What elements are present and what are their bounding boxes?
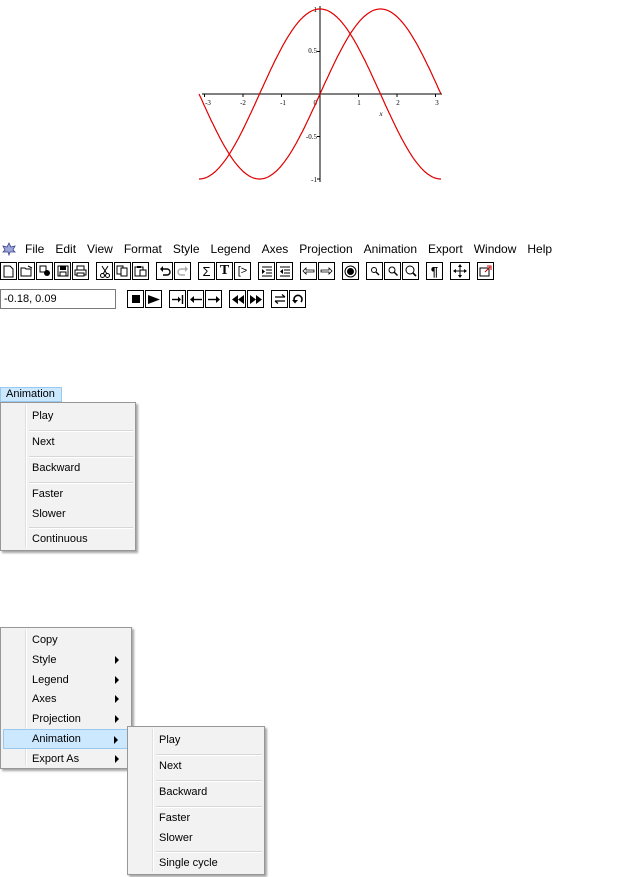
maple-leaf-icon[interactable] [2, 242, 16, 256]
back-arrow-icon[interactable] [300, 262, 317, 280]
paste-icon[interactable] [132, 262, 149, 280]
cut-icon[interactable] [96, 262, 113, 280]
coordinate-field[interactable]: -0.18, 0.09 [0, 289, 116, 309]
open-folder-icon[interactable] [18, 262, 35, 280]
copy-icon[interactable] [114, 262, 131, 280]
context-menu: Copy Style Legend Axes Projection Animat… [0, 627, 132, 769]
animation-dropdown-menu: Play Next Backward Faster Slower Continu… [0, 402, 136, 551]
open-worksheet-icon[interactable] [36, 262, 53, 280]
x-tick-label: 2 [396, 99, 400, 107]
menu-item-label: Legend [32, 674, 69, 686]
menu-item-label: Animation [32, 733, 81, 745]
animation-submenu: Play Next Backward Faster Slower Single … [127, 726, 265, 875]
menubar: File Edit View Format Style Legend Axes … [0, 240, 623, 258]
y-tick-label: -1 [311, 176, 317, 184]
backward-icon[interactable] [187, 290, 204, 308]
save-icon[interactable] [54, 262, 71, 280]
submenu-arrow-icon [115, 656, 119, 664]
x-tick-label: -1 [280, 99, 286, 107]
y-tick-label: 0.5 [308, 47, 317, 55]
menu-item-legend[interactable]: Legend [3, 670, 129, 690]
animation-menu-title[interactable]: Animation [0, 387, 62, 402]
menu-item-play[interactable]: Play [3, 406, 133, 426]
submenu-arrow-icon [115, 755, 119, 763]
x-tick-label: 1 [357, 99, 361, 107]
stop-animation-icon[interactable] [127, 290, 144, 308]
paragraph-icon[interactable]: ¶ [426, 262, 443, 280]
next-frame-icon[interactable] [169, 290, 186, 308]
main-toolbar: Σ T [> ¶ [0, 261, 501, 281]
menu-help[interactable]: Help [521, 240, 557, 258]
forward-icon[interactable] [205, 290, 222, 308]
redo-icon[interactable] [174, 262, 191, 280]
x-tick-label: -3 [205, 99, 211, 107]
menu-axes[interactable]: Axes [256, 240, 294, 258]
text-icon[interactable]: T [216, 262, 233, 280]
menu-item-faster[interactable]: Faster [3, 484, 133, 504]
indent-icon[interactable] [276, 262, 293, 280]
menu-item-slower[interactable]: Slower [3, 504, 133, 524]
menu-item-label: Export As [32, 753, 80, 765]
move-icon[interactable] [450, 262, 470, 280]
plot-area: -3 -2 -1 0 1 2 3 1 0.5 -0.5 -1 x [198, 6, 442, 184]
submenu-arrow-icon [115, 695, 119, 703]
submenu-item-backward[interactable]: Backward [130, 782, 262, 802]
x-tick-label: 3 [435, 99, 439, 107]
single-cycle-icon[interactable] [271, 290, 288, 308]
animation-toolbar [127, 289, 313, 309]
submenu-arrow-icon [115, 676, 119, 684]
execution-group-icon[interactable]: [> [234, 262, 251, 280]
menu-file[interactable]: File [19, 240, 49, 258]
sum-icon[interactable]: Σ [198, 262, 215, 280]
menu-item-export-as[interactable]: Export As [3, 749, 129, 769]
x-tick-label: -2 [240, 99, 246, 107]
print-icon[interactable] [72, 262, 89, 280]
menu-view[interactable]: View [81, 240, 118, 258]
menu-legend[interactable]: Legend [205, 240, 256, 258]
menu-style[interactable]: Style [167, 240, 205, 258]
menu-item-continuous[interactable]: Continuous [3, 529, 133, 549]
menu-item-style[interactable]: Style [3, 650, 129, 670]
submenu-item-slower[interactable]: Slower [130, 828, 262, 848]
submenu-arrow-icon [115, 715, 119, 723]
menu-export[interactable]: Export [422, 240, 468, 258]
submenu-item-single-cycle[interactable]: Single cycle [130, 853, 262, 873]
undo-icon[interactable] [156, 262, 173, 280]
stop-icon[interactable] [342, 262, 359, 280]
zoom-out-icon[interactable] [366, 262, 383, 280]
menu-item-label: Projection [32, 713, 81, 725]
menu-item-axes[interactable]: Axes [3, 689, 129, 709]
menu-format[interactable]: Format [118, 240, 167, 258]
new-file-icon[interactable] [0, 262, 17, 280]
menu-item-label: Style [32, 654, 57, 666]
menu-item-label: Axes [32, 693, 57, 705]
menu-edit[interactable]: Edit [49, 240, 81, 258]
play-icon[interactable] [145, 290, 162, 308]
menu-item-next[interactable]: Next [3, 432, 133, 452]
forward-arrow-icon[interactable] [318, 262, 335, 280]
continuous-icon[interactable] [289, 290, 306, 308]
submenu-arrow-icon [114, 736, 118, 744]
zoom-icon[interactable] [384, 262, 401, 280]
submenu-item-next[interactable]: Next [130, 756, 262, 776]
submenu-item-faster[interactable]: Faster [130, 808, 262, 828]
zoom-in-icon[interactable] [402, 262, 419, 280]
outdent-icon[interactable] [258, 262, 275, 280]
y-tick-label: -0.5 [306, 133, 318, 141]
export-icon[interactable] [477, 262, 494, 280]
menu-item-backward[interactable]: Backward [3, 458, 133, 478]
menu-item-animation[interactable]: Animation [3, 729, 129, 749]
menu-window[interactable]: Window [468, 240, 522, 258]
menu-projection[interactable]: Projection [293, 240, 357, 258]
menu-animation[interactable]: Animation [358, 240, 422, 258]
submenu-item-play[interactable]: Play [130, 730, 262, 750]
slower-icon[interactable] [229, 290, 246, 308]
x-axis-label: x [378, 110, 383, 118]
menu-item-copy[interactable]: Copy [3, 630, 129, 650]
menu-item-projection[interactable]: Projection [3, 709, 129, 729]
faster-icon[interactable] [247, 290, 264, 308]
